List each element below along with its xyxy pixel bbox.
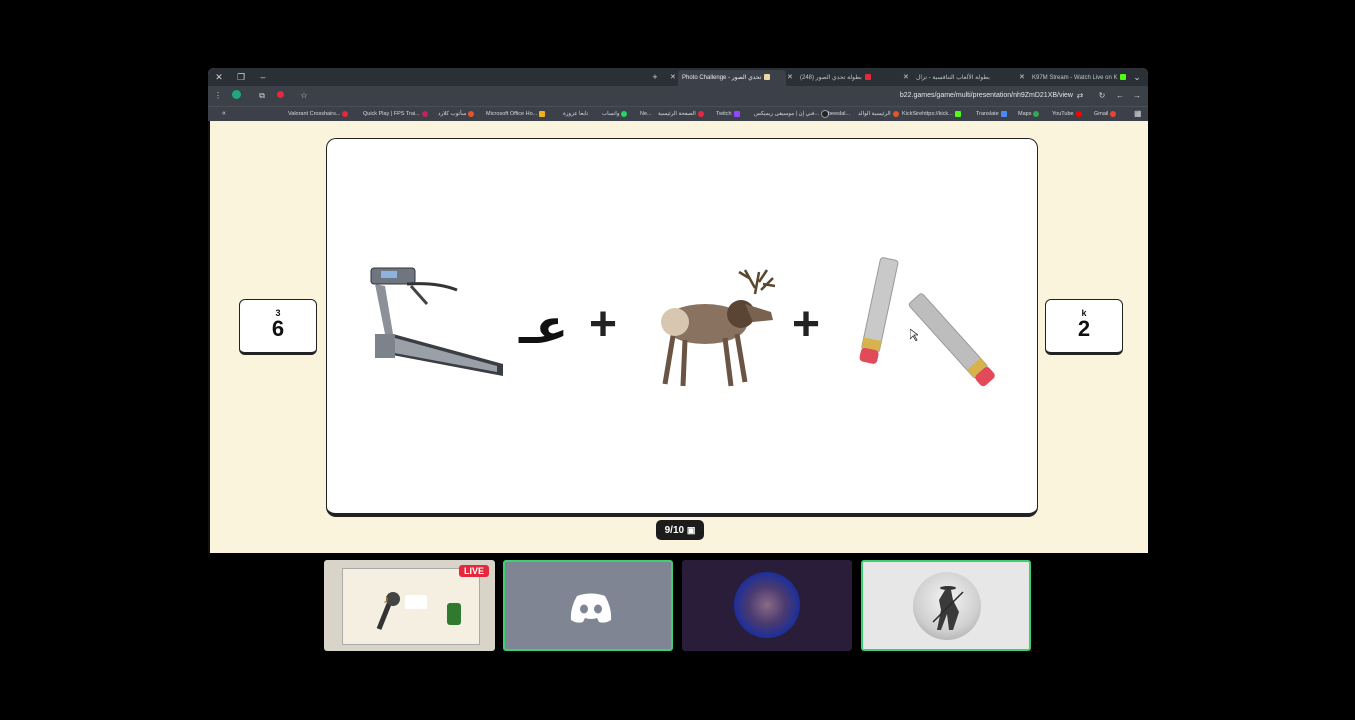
kick-favicon (1120, 74, 1127, 81)
samurai-user-tile[interactable] (861, 560, 1031, 651)
close-window-icon[interactable]: ✕ (212, 70, 226, 84)
extensions-icon[interactable]: ⧉ (256, 90, 268, 102)
address-bar[interactable]: b22.games/game/multi/presentation/nh9ZmD… (768, 89, 1073, 103)
browser-window: ✕ ❐ – + ✕ Photo Challenge - تحدي الصور ✕… (208, 68, 1148, 553)
puzzle-card: عـ + + (326, 138, 1038, 517)
bookmark-item[interactable]: Ne... (640, 107, 652, 121)
bookmark-item[interactable]: Microsoft Office Ho... (486, 107, 546, 121)
whatsapp-icon (621, 110, 628, 117)
bookmark-favicon (892, 110, 899, 117)
tab-k97m-stream[interactable]: K97M Stream - Watch Live on K (1028, 70, 1128, 86)
bookmarks-chevron-icon[interactable]: « (222, 107, 226, 121)
tab-bar: ✕ ❐ – + ✕ Photo Challenge - تحدي الصور ✕… (208, 68, 1148, 86)
toolbar: ⋮ ⧉ ☆ b22.games/game/multi/presentation/… (208, 86, 1148, 106)
bookmark-favicon (697, 110, 704, 117)
discord-icon (570, 593, 612, 623)
tab-photo-challenge[interactable]: Photo Challenge - تحدي الصور (678, 70, 786, 86)
discord-user-tile[interactable] (503, 560, 673, 651)
right-team-score: k 2 (1045, 299, 1123, 355)
tab-search-chevron-icon[interactable]: ⌄ (1130, 70, 1144, 84)
svg-text:♪: ♪ (383, 592, 389, 606)
bookmark-item[interactable]: Valorant Crosshairs... (288, 107, 349, 121)
bookmark-item[interactable]: YouTube (1052, 107, 1082, 121)
close-tab-icon[interactable]: ✕ (670, 70, 676, 86)
bookmark-item[interactable]: واتساب (602, 107, 628, 121)
all-bookmarks-icon[interactable]: ▦ (1134, 107, 1142, 121)
bookmark-item[interactable]: Quick Play | FPS Trai... (363, 107, 428, 121)
reload-icon[interactable]: ↻ (1096, 90, 1108, 102)
live-badge: LIVE (458, 565, 489, 577)
close-tab-icon[interactable]: ✕ (903, 70, 909, 86)
bookmark-item[interactable]: Translate (976, 107, 1007, 121)
tab-favicon (764, 74, 771, 81)
translate-icon (1000, 110, 1007, 117)
screen-share-icon (405, 595, 427, 609)
minimize-window-icon[interactable]: – (256, 70, 270, 84)
user-avatar (913, 572, 981, 640)
twitch-icon (733, 110, 740, 117)
menu-dots-icon[interactable]: ⋮ (212, 90, 224, 102)
treadmill-image (370, 267, 503, 376)
deer-image (661, 269, 776, 387)
plus-sign: + (792, 298, 821, 351)
tab-games[interactable]: بطولة الألعاب التنافسية - تزال (912, 70, 1016, 86)
tab-tournament[interactable]: بطولة تحدي الصور (248) (796, 70, 900, 86)
bookmarks-bar: « Valorant Crosshairs... Quick Play | FP… (208, 106, 1148, 121)
forward-arrow-icon[interactable]: → (1131, 90, 1143, 102)
bookmark-favicon (468, 110, 475, 117)
pencils-image (859, 257, 995, 387)
bookmark-favicon (342, 110, 349, 117)
mouse-cursor-icon (910, 329, 918, 341)
kick-icon (954, 110, 961, 117)
bookmark-item[interactable]: Maps (1018, 107, 1040, 121)
close-tab-icon[interactable]: ✕ (787, 70, 793, 86)
stream-preview-thumbnail: ♪ (342, 568, 480, 645)
bookmark-item[interactable]: الصفحة الرئيسية (658, 107, 704, 121)
bookmark-item[interactable]: beeslal... (828, 107, 850, 121)
restore-window-icon[interactable]: ❐ (234, 70, 248, 84)
profile-avatar-icon[interactable] (230, 90, 242, 102)
plus-sign: + (589, 298, 618, 351)
youtube-icon (1075, 110, 1082, 117)
left-score-value: 6 (271, 316, 285, 341)
back-arrow-icon[interactable]: ← (1114, 90, 1126, 102)
bookmark-favicon (421, 110, 428, 117)
stream-preview-tile[interactable]: ♪ LIVE (324, 560, 495, 651)
left-team-score: 3 6 (239, 299, 317, 355)
bookmark-item[interactable]: Twitch (716, 107, 740, 121)
game-page: 3 6 k 2 عـ + + 9/10 ▣ (208, 121, 1148, 553)
bookmark-item[interactable]: Gmail (1094, 107, 1117, 121)
tab-favicon (864, 74, 871, 81)
arabic-letter: عـ (519, 299, 569, 355)
bookmark-item[interactable]: KickSirehttps://kick... (902, 107, 961, 121)
office-icon (539, 110, 546, 117)
question-counter: 9/10 ▣ (656, 520, 704, 540)
record-extension-icon[interactable] (274, 90, 286, 102)
maps-icon (1033, 110, 1040, 117)
bookmark-item[interactable]: الرئيسية الوالد (858, 107, 899, 121)
site-settings-icon[interactable]: ⇄ (1074, 90, 1086, 102)
bookmark-item[interactable]: سأتوب كلارد (438, 107, 475, 121)
webcam-user-tile[interactable] (682, 560, 852, 651)
gmail-icon (1110, 110, 1117, 117)
bookmark-star-icon[interactable]: ☆ (298, 90, 310, 102)
close-tab-icon[interactable]: ✕ (1019, 70, 1025, 86)
right-score-value: 2 (1077, 316, 1091, 341)
bookmark-item[interactable]: تابعا عزوزة (563, 107, 588, 121)
samurai-icon (932, 586, 964, 630)
new-tab-icon[interactable]: + (648, 70, 662, 84)
image-icon: ▣ (686, 525, 696, 535)
user-avatar (734, 572, 800, 638)
bookmark-item[interactable]: فني إن | موسيقى ريميكس... (754, 107, 830, 121)
